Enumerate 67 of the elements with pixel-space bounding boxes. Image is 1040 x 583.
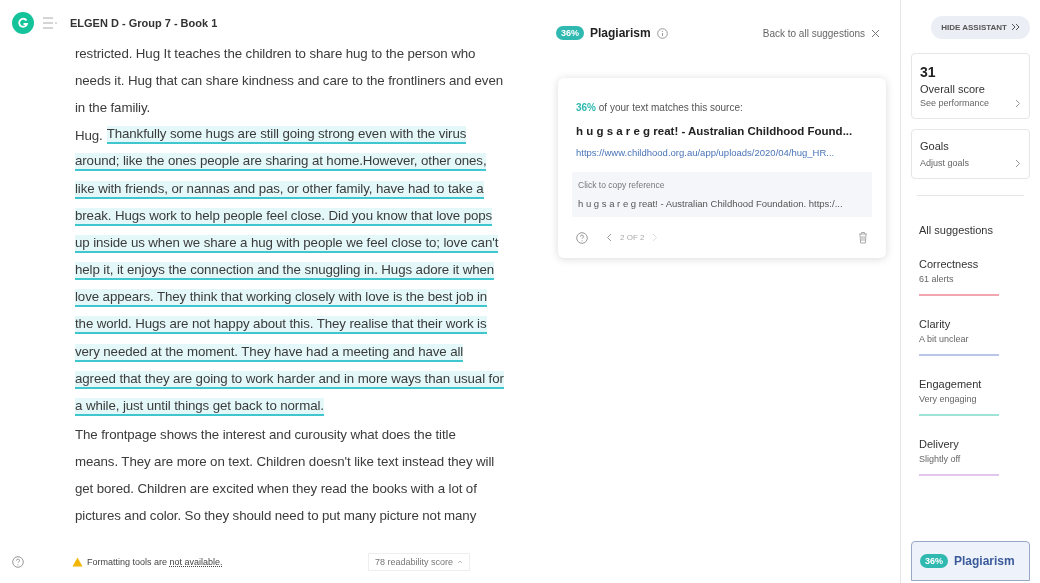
- document-text: The frontpage shows the interest and curousity what does the title: [75, 426, 456, 442]
- all-suggestions-item[interactable]: All suggestions: [919, 224, 1022, 236]
- adjust-goals-link[interactable]: Adjust goals: [920, 158, 970, 168]
- plagiarism-badge: 36%: [556, 26, 584, 40]
- source-title: h u g s a r e g reat! - Australian Childhood Found...: [576, 124, 854, 139]
- category-name[interactable]: Clarity: [919, 318, 1011, 330]
- goals-card[interactable]: Goals Adjust goals: [911, 129, 1030, 179]
- copy-reference-panel[interactable]: Click to copy reference h u g s a r e g reat! - Australian Childhood Foundation. https:/...: [572, 172, 872, 217]
- document-text: get bored. Children are excited when they read the books with a lot of: [75, 481, 477, 497]
- previous-icon[interactable]: [606, 233, 612, 242]
- highlighted-text: agreed that they are going to work harder and in more ways than usual for: [75, 370, 504, 389]
- highlighted-text: up inside us when we share a hug with people we feel close to; love can't: [75, 234, 499, 253]
- category-status: Slightly off: [919, 454, 962, 464]
- highlighted-text: love appears. They think that working closely with love is the best job in: [75, 289, 488, 308]
- score-label: Overall score: [920, 83, 986, 95]
- document-text: Hug.: [75, 127, 103, 143]
- help-icon[interactable]: [576, 231, 588, 244]
- see-performance-link[interactable]: See performance: [920, 98, 990, 108]
- help-icon[interactable]: [12, 556, 24, 568]
- formatting-warning: Formatting tools are not available.: [87, 557, 223, 567]
- hide-assistant-button[interactable]: HIDE ASSISTANT: [931, 16, 1030, 39]
- highlighted-text: a while, just until things get back to normal.: [75, 398, 324, 417]
- overall-score: 31: [920, 64, 937, 80]
- document-text: pictures and color. So they should need to put many picture not many: [75, 508, 477, 524]
- goals-label: Goals: [920, 140, 950, 152]
- next-icon[interactable]: [652, 233, 659, 242]
- close-icon: [871, 28, 880, 38]
- caret-icon: [457, 560, 463, 564]
- category-status: 61 alerts: [919, 274, 955, 284]
- not-available-link[interactable]: not available.: [169, 557, 223, 567]
- chevron-right-icon: [1015, 158, 1021, 168]
- document-title: ELGEN D - Group 7 - Book 1: [70, 17, 218, 29]
- back-to-suggestions-button[interactable]: Back to all suggestions: [762, 27, 880, 39]
- highlighted-text: around; like the ones people are sharing at home.However, other ones,: [75, 153, 487, 172]
- highlighted-text: help it, it enjoys the connection and the snuggling in. Hugs adore it when: [75, 262, 495, 281]
- match-text: 36% of your text matches this source:: [576, 102, 744, 113]
- highlighted-text: the world. Hugs are not happy about this. They realise that their work is: [75, 316, 487, 335]
- category-name[interactable]: Correctness: [919, 258, 1011, 270]
- category-status: A bit unclear: [919, 334, 970, 344]
- category-name[interactable]: Delivery: [919, 438, 1011, 450]
- reference-text: h u g s a r e g reat! - Australian Childhood Foundation. https:/...: [578, 198, 844, 209]
- info-icon[interactable]: [656, 27, 668, 39]
- plagiarism-label: Plagiarism: [954, 554, 1015, 568]
- double-chevron-icon: [1011, 23, 1020, 31]
- logo-icon[interactable]: [12, 12, 34, 34]
- chevron-right-icon: [1015, 98, 1021, 108]
- warning-icon: [72, 557, 83, 567]
- panel-title: Plagiarism: [590, 26, 651, 40]
- page-indicator: 2 OF 2: [620, 233, 645, 242]
- document-text: restricted. Hug It teaches the children to share hug to the person who: [75, 46, 476, 62]
- highlighted-text: Thankfully some hugs are still going strong even with the virus: [106, 126, 467, 145]
- category-name[interactable]: Engagement: [919, 378, 1011, 390]
- menu-icon[interactable]: [42, 17, 58, 29]
- plagiarism-item[interactable]: 36% Plagiarism: [911, 541, 1030, 581]
- document-text: means. They are more on text. Children doesn't like text instead they will: [75, 453, 495, 469]
- highlighted-text: break. Hugs work to help people feel close. Did you know that love pops: [75, 207, 493, 226]
- readability-score[interactable]: 78 readability score: [367, 553, 470, 571]
- plagiarism-badge: 36%: [920, 554, 948, 568]
- highlighted-text: like with friends, or nannas and pas, or other family, have had to take a: [75, 180, 484, 199]
- source-link[interactable]: https://www.childhood.org.au/app/uploads/2020/04/hug_HR...: [576, 147, 868, 158]
- highlighted-text: very needed at the moment. They have had a meeting and have all: [75, 343, 464, 362]
- trash-icon[interactable]: [858, 231, 868, 244]
- copy-reference-label: Click to copy reference: [578, 180, 666, 190]
- document-text: needs it. Hug that can share kindness and care to the frontliners and even: [75, 73, 503, 89]
- score-card[interactable]: 31 Overall score See performance: [911, 53, 1030, 119]
- category-status: Very engaging: [919, 394, 978, 404]
- document-text: in the familiy.: [75, 100, 151, 116]
